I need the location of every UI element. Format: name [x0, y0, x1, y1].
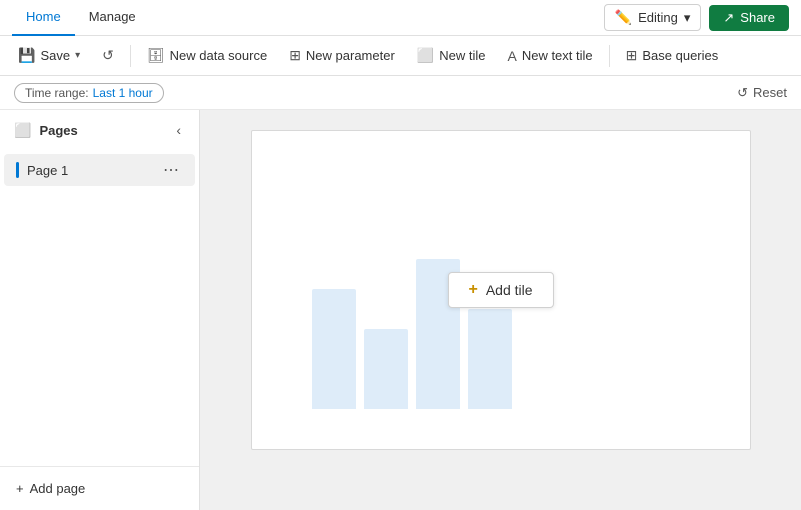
sidebar-item-page1[interactable]: Page 1 ⋯ [4, 154, 195, 186]
time-range-prefix: Time range [25, 86, 85, 100]
tile-icon: ⬜ [417, 47, 434, 64]
new-parameter-label: New parameter [306, 48, 395, 63]
new-data-source-label: New data source [170, 48, 268, 63]
sidebar: ⬜ Pages ‹ Page 1 ⋯ + Add page [0, 110, 200, 510]
editing-button[interactable]: ✏️ Editing ▾ [604, 4, 702, 31]
time-range-filter[interactable]: Time range : Last 1 hour [14, 83, 164, 103]
canvas: + Add tile [251, 130, 751, 450]
new-data-source-button[interactable]: 🗄 New data source [137, 43, 277, 68]
new-text-tile-button[interactable]: A New text tile [497, 44, 602, 68]
editing-label: Editing [638, 10, 678, 25]
pages-icon: ⬜ [14, 122, 31, 139]
page-active-indicator [16, 162, 19, 178]
time-range-value: Last 1 hour [93, 86, 153, 100]
refresh-icon: ↺ [102, 47, 114, 64]
base-queries-label: Base queries [642, 48, 718, 63]
chart-bar-4 [468, 309, 512, 409]
add-tile-button[interactable]: + Add tile [447, 272, 553, 308]
filter-bar: Time range : Last 1 hour ↺ Reset [0, 76, 801, 110]
refresh-button[interactable]: ↺ [92, 43, 124, 68]
text-tile-icon: A [507, 48, 516, 64]
new-tile-label: New tile [439, 48, 485, 63]
sidebar-items: Page 1 ⋯ [0, 150, 199, 466]
save-button[interactable]: 💾 Save ▾ [8, 43, 90, 68]
add-page-icon: + [16, 481, 24, 496]
save-icon: 💾 [18, 47, 35, 64]
new-parameter-button[interactable]: ⊞ New parameter [279, 43, 405, 68]
time-range-separator: : [85, 86, 88, 100]
top-right-actions: ✏️ Editing ▾ ↗ Share [604, 4, 789, 31]
toolbar: 💾 Save ▾ ↺ 🗄 New data source ⊞ New param… [0, 36, 801, 76]
base-queries-icon: ⊞ [626, 47, 638, 64]
save-label: Save [40, 48, 70, 63]
content-area: ⬜ Pages ‹ Page 1 ⋯ + Add page [0, 110, 801, 510]
add-tile-container: + Add tile [447, 272, 553, 308]
tab-home[interactable]: Home [12, 0, 75, 36]
chart-bar-2 [364, 329, 408, 409]
sidebar-footer: + Add page [0, 466, 199, 510]
base-queries-button[interactable]: ⊞ Base queries [616, 43, 729, 68]
tab-manage[interactable]: Manage [75, 0, 150, 36]
collapse-sidebar-button[interactable]: ‹ [172, 120, 185, 140]
datasource-icon: 🗄 [147, 47, 165, 64]
sidebar-header: ⬜ Pages ‹ [0, 110, 199, 150]
share-button[interactable]: ↗ Share [709, 5, 789, 31]
reset-button[interactable]: ↺ Reset [737, 85, 787, 101]
new-tile-button[interactable]: ⬜ New tile [407, 43, 496, 68]
page-menu-button[interactable]: ⋯ [159, 160, 183, 180]
main-area: Time range : Last 1 hour ↺ Reset ⬜ Pages… [0, 76, 801, 510]
add-page-label: Add page [30, 481, 86, 496]
share-icon: ↗ [723, 10, 734, 26]
new-text-tile-label: New text tile [522, 48, 593, 63]
reset-icon: ↺ [737, 85, 748, 101]
add-page-button[interactable]: + Add page [12, 477, 89, 500]
top-bar: Home Manage ✏️ Editing ▾ ↗ Share [0, 0, 801, 36]
toolbar-divider-1 [130, 45, 131, 67]
save-dropdown-icon: ▾ [75, 50, 80, 61]
canvas-area: + Add tile [200, 110, 801, 510]
pencil-icon: ✏️ [615, 9, 632, 26]
page-name: Page 1 [27, 163, 68, 178]
reset-label: Reset [753, 85, 787, 100]
page-item-left: Page 1 [16, 162, 68, 178]
toolbar-divider-2 [609, 45, 610, 67]
chevron-down-icon: ▾ [684, 10, 691, 26]
sidebar-title: Pages [39, 123, 77, 138]
add-tile-plus-icon: + [468, 281, 477, 299]
sidebar-header-left: ⬜ Pages [14, 122, 78, 139]
parameter-icon: ⊞ [289, 47, 301, 64]
top-tabs: Home Manage [12, 0, 150, 36]
chart-bar-1 [312, 289, 356, 409]
add-tile-label: Add tile [486, 282, 533, 298]
share-label: Share [740, 10, 775, 25]
